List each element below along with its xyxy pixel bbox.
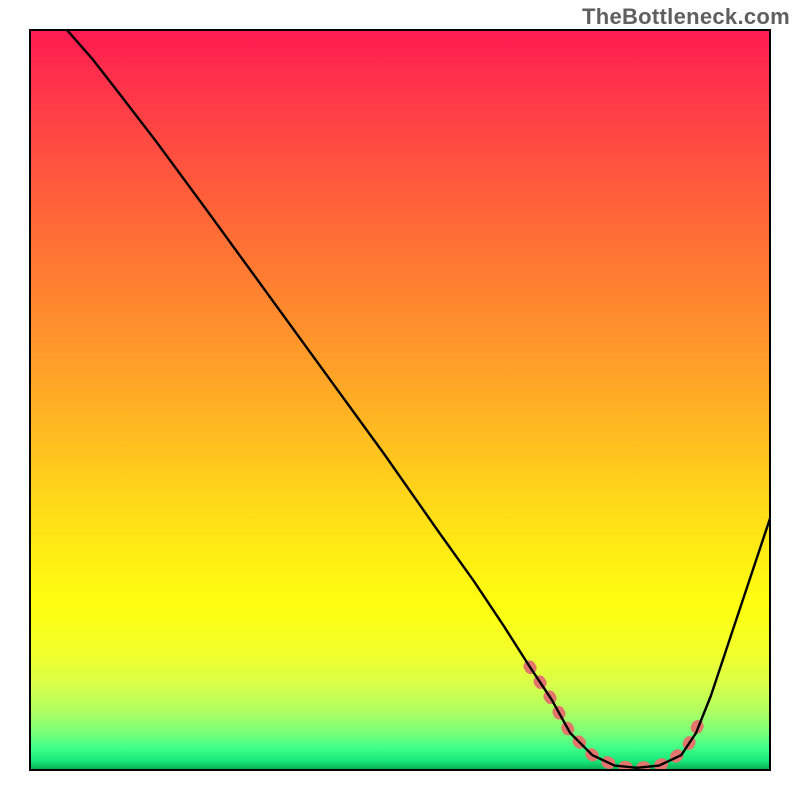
watermark-text: TheBottleneck.com	[582, 4, 790, 30]
gradient-background	[30, 30, 770, 770]
bottleneck-chart: TheBottleneck.com	[0, 0, 800, 800]
chart-svg	[0, 0, 800, 800]
